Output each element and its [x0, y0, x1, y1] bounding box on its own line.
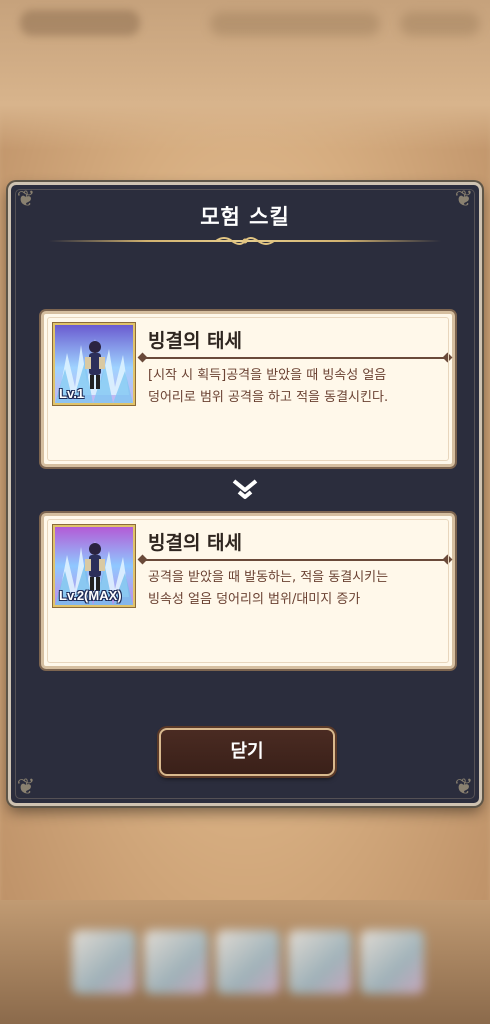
skill-icon-ice-stance: Lv.1	[52, 322, 136, 406]
modal-title: 모험 스킬	[200, 205, 290, 229]
skill-icon-ice-stance: Lv.2(MAX)	[52, 524, 136, 608]
skill-level-label: Lv.2(MAX)	[59, 588, 122, 603]
background-card-slot	[288, 930, 352, 994]
skill-level-label: Lv.1	[59, 386, 85, 401]
background-blur-element	[20, 10, 140, 36]
skill-name: 빙결의 태세	[148, 330, 243, 352]
corner-flourish-icon: ❦	[454, 775, 474, 800]
skill-card-lv1: Lv.1 빙결의 태세 [시작 시 획득]공격을 받았을 때 빙속성 얼음 덩어…	[41, 311, 455, 467]
background-card-slot	[216, 930, 280, 994]
double-chevron-down-icon	[232, 479, 258, 499]
background-blur-element	[210, 12, 380, 36]
corner-flourish-icon: ❦	[16, 775, 36, 800]
skill-description: [시작 시 획득]공격을 받았을 때 빙속성 얼음 덩어리로 범위 공격을 하고…	[148, 368, 389, 405]
background-blur-element	[400, 12, 480, 36]
skill-card-lv2: Lv.2(MAX) 빙결의 태세 공격을 받았을 때 발동하는, 적을 동결시키…	[41, 513, 455, 669]
skill-divider	[142, 559, 448, 561]
skill-name: 빙결의 태세	[148, 532, 243, 554]
adventure-skill-modal: ❦ ❦ ❦ ❦ 모험 스킬 Lv.1 빙결의 태세 [시작 시 획득]공격을 받…	[8, 182, 482, 806]
skill-description: 공격을 받았을 때 발동하는, 적을 동결시키는 빙속성 얼음 덩어리의 범위/…	[148, 570, 389, 607]
background-card-slot	[360, 930, 424, 994]
background-card-slot	[144, 930, 208, 994]
close-button[interactable]: 닫기	[159, 728, 335, 776]
title-ornament-icon	[215, 237, 275, 245]
background-card-slot	[72, 930, 136, 994]
skill-divider	[142, 357, 448, 359]
